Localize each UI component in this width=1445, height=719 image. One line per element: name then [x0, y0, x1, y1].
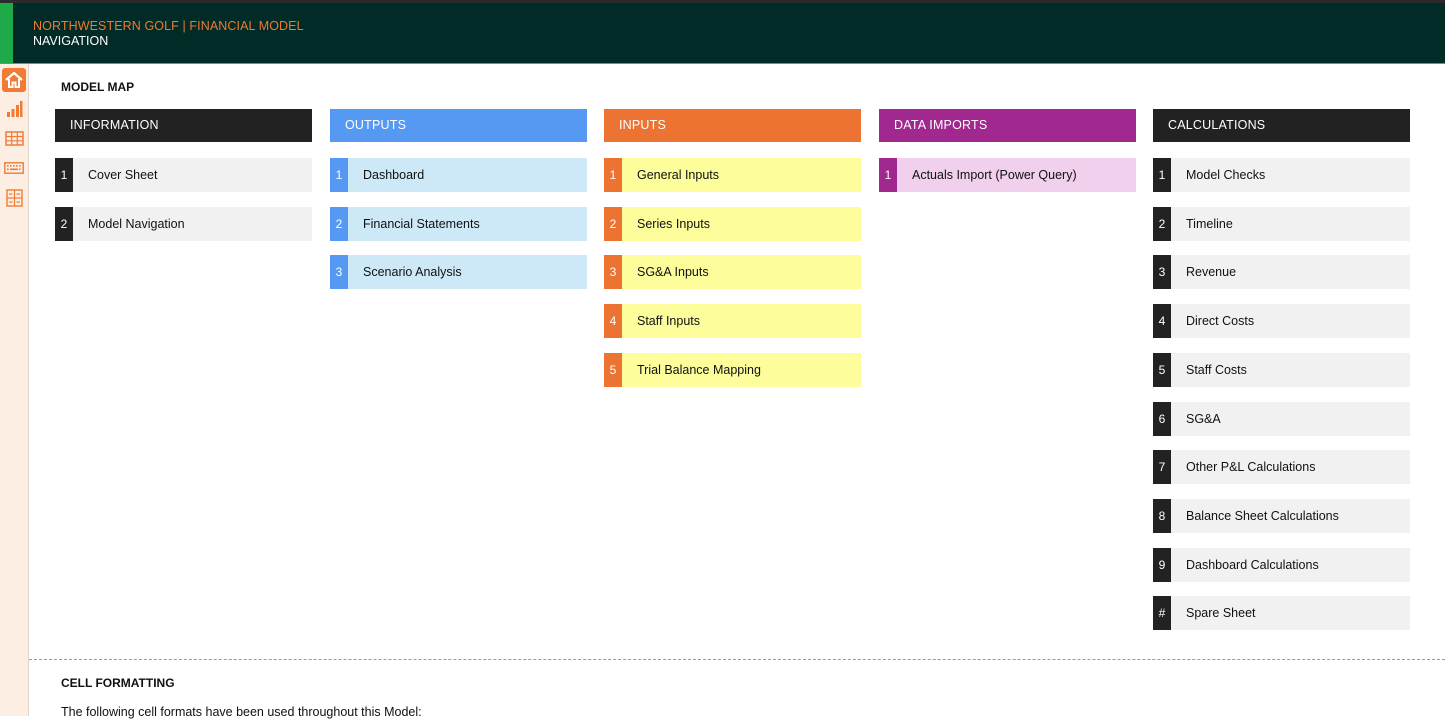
nav-link-number: 4	[1153, 304, 1171, 338]
nav-link-general-inputs[interactable]: 1 General Inputs	[604, 158, 861, 192]
nav-link-direct-costs[interactable]: 4 Direct Costs	[1153, 304, 1410, 338]
nav-link-staff-costs[interactable]: 5 Staff Costs	[1153, 353, 1410, 387]
nav-link-number: 9	[1153, 548, 1171, 582]
model-title: NORTHWESTERN GOLF | FINANCIAL MODEL	[33, 19, 304, 33]
nav-link-number: 1	[1153, 158, 1171, 192]
nav-link-dashboard[interactable]: 1 Dashboard	[330, 158, 587, 192]
header-accent-bar	[0, 3, 13, 63]
nav-link-number: 1	[879, 158, 897, 192]
nav-link-other-p-l-calculations[interactable]: 7 Other P&L Calculations	[1153, 450, 1410, 484]
nav-link-number: 2	[330, 207, 348, 241]
nav-link-label: Direct Costs	[1171, 304, 1410, 338]
nav-link-label: Other P&L Calculations	[1171, 450, 1410, 484]
nav-link-number: 2	[1153, 207, 1171, 241]
nav-link-label: Staff Costs	[1171, 353, 1410, 387]
nav-link-label: Cover Sheet	[73, 158, 312, 192]
nav-link-label: Timeline	[1171, 207, 1410, 241]
nav-link-number: 3	[330, 255, 348, 289]
nav-link-number: 1	[330, 158, 348, 192]
nav-link-model-checks[interactable]: 1 Model Checks	[1153, 158, 1410, 192]
nav-link-sg-a-inputs[interactable]: 3 SG&A Inputs	[604, 255, 861, 289]
nav-link-number: 8	[1153, 499, 1171, 533]
nav-link-label: Scenario Analysis	[348, 255, 587, 289]
nav-link-number: 5	[1153, 353, 1171, 387]
nav-link-label: Revenue	[1171, 255, 1410, 289]
nav-link-sg-a[interactable]: 6 SG&A	[1153, 402, 1410, 436]
column-heading-calculations: CALCULATIONS	[1153, 109, 1410, 142]
column-heading-data-imports: DATA IMPORTS	[879, 109, 1136, 142]
nav-link-number: 3	[604, 255, 622, 289]
column-heading-outputs: OUTPUTS	[330, 109, 587, 142]
nav-link-number: 1	[55, 158, 73, 192]
nav-link-label: Spare Sheet	[1171, 596, 1410, 630]
column-heading-information: INFORMATION	[55, 109, 312, 142]
layout-grid-icon[interactable]	[2, 186, 26, 210]
sidebar	[0, 64, 29, 716]
nav-link-balance-sheet-calculations[interactable]: 8 Balance Sheet Calculations	[1153, 499, 1410, 533]
nav-link-actuals-import-power-query[interactable]: 1 Actuals Import (Power Query)	[879, 158, 1136, 192]
page-header: NORTHWESTERN GOLF | FINANCIAL MODEL NAVI…	[0, 3, 1445, 64]
nav-link-label: Series Inputs	[622, 207, 861, 241]
nav-link-number: #	[1153, 596, 1171, 630]
nav-link-revenue[interactable]: 3 Revenue	[1153, 255, 1410, 289]
nav-link-number: 5	[604, 353, 622, 387]
nav-link-label: Financial Statements	[348, 207, 587, 241]
section-divider	[29, 659, 1445, 660]
nav-link-number: 1	[604, 158, 622, 192]
page-subtitle: NAVIGATION	[33, 34, 109, 48]
table-icon[interactable]	[2, 126, 26, 150]
nav-link-label: Dashboard	[348, 158, 587, 192]
nav-link-model-navigation[interactable]: 2 Model Navigation	[55, 207, 312, 241]
nav-link-label: General Inputs	[622, 158, 861, 192]
nav-link-label: Dashboard Calculations	[1171, 548, 1410, 582]
nav-link-number: 7	[1153, 450, 1171, 484]
nav-link-number: 3	[1153, 255, 1171, 289]
nav-link-label: SG&A Inputs	[622, 255, 861, 289]
nav-link-cover-sheet[interactable]: 1 Cover Sheet	[55, 158, 312, 192]
model-map-title: MODEL MAP	[61, 80, 135, 94]
cell-formatting-description: The following cell formats have been use…	[61, 705, 422, 719]
nav-link-financial-statements[interactable]: 2 Financial Statements	[330, 207, 587, 241]
nav-link-label: Model Checks	[1171, 158, 1410, 192]
bar-chart-icon[interactable]	[2, 97, 26, 121]
nav-link-label: Trial Balance Mapping	[622, 353, 861, 387]
nav-link-series-inputs[interactable]: 2 Series Inputs	[604, 207, 861, 241]
keyboard-icon[interactable]	[2, 156, 26, 180]
nav-link-label: SG&A	[1171, 402, 1410, 436]
home-icon[interactable]	[2, 68, 26, 92]
nav-link-dashboard-calculations[interactable]: 9 Dashboard Calculations	[1153, 548, 1410, 582]
nav-link-number: 2	[55, 207, 73, 241]
nav-link-spare-sheet[interactable]: # Spare Sheet	[1153, 596, 1410, 630]
cell-formatting-title: CELL FORMATTING	[61, 676, 175, 690]
nav-link-trial-balance-mapping[interactable]: 5 Trial Balance Mapping	[604, 353, 861, 387]
nav-link-label: Staff Inputs	[622, 304, 861, 338]
nav-link-number: 2	[604, 207, 622, 241]
nav-link-label: Actuals Import (Power Query)	[897, 158, 1136, 192]
nav-link-number: 6	[1153, 402, 1171, 436]
nav-link-number: 4	[604, 304, 622, 338]
nav-link-label: Model Navigation	[73, 207, 312, 241]
nav-link-timeline[interactable]: 2 Timeline	[1153, 207, 1410, 241]
nav-link-scenario-analysis[interactable]: 3 Scenario Analysis	[330, 255, 587, 289]
column-heading-inputs: INPUTS	[604, 109, 861, 142]
nav-link-staff-inputs[interactable]: 4 Staff Inputs	[604, 304, 861, 338]
nav-link-label: Balance Sheet Calculations	[1171, 499, 1410, 533]
